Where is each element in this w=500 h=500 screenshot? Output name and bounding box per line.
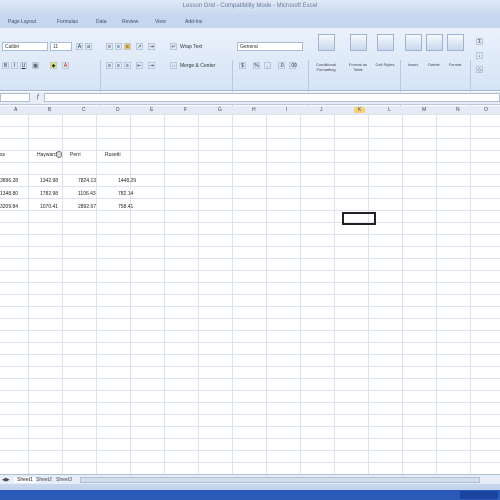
ribbon: Calibri 11 A a B I U ▦ ◆ A Font ≡ ≡ ≡ ↗ … — [0, 28, 500, 113]
column-header[interactable]: F — [184, 107, 187, 113]
decrease-indent-icon[interactable]: ⇤ — [136, 62, 143, 69]
header-cell[interactable]: Hayward — [37, 152, 57, 158]
sheet-tab[interactable]: Sheet2 — [36, 477, 52, 483]
tray-area — [460, 491, 498, 499]
header-cell[interactable]: Perri — [70, 152, 81, 158]
tab-formulas[interactable]: Formulas — [57, 19, 78, 25]
cell-styles-button[interactable]: Cell Styles — [372, 62, 398, 67]
cell-grid[interactable] — [0, 114, 500, 474]
header-cell-partial: ss — [0, 152, 5, 158]
data-cell[interactable]: 2892.67 — [78, 204, 96, 210]
column-header[interactable]: O — [484, 107, 488, 113]
align-right-icon[interactable]: ≡ — [124, 62, 131, 69]
data-cell[interactable]: 1342.98 — [40, 178, 58, 184]
formula-bar: ƒ — [0, 92, 500, 105]
column-header[interactable]: C — [82, 107, 86, 113]
data-cell[interactable]: 3896.28 — [0, 178, 18, 184]
increase-decimal-icon[interactable]: .0 — [278, 62, 285, 69]
wrap-text-button[interactable]: Wrap Text — [180, 44, 202, 50]
tab-page-layout[interactable]: Page Layout — [8, 19, 36, 25]
data-cell[interactable]: 3209.84 — [0, 204, 18, 210]
conditional-formatting-button[interactable]: Conditional Formatting — [313, 62, 339, 72]
number-format-select[interactable]: General — [237, 42, 303, 51]
column-header[interactable]: E — [150, 107, 153, 113]
sheet-tab[interactable]: Sheet1 — [14, 477, 36, 483]
data-cell[interactable]: 1070.41 — [40, 204, 58, 210]
orientation-icon[interactable]: ↗ — [136, 43, 143, 50]
header-cell[interactable]: Rusetti — [105, 152, 121, 158]
formula-input[interactable] — [44, 93, 500, 102]
active-cell[interactable] — [342, 212, 376, 225]
grow-font-icon[interactable]: A — [76, 43, 83, 50]
column-header[interactable]: L — [388, 107, 391, 113]
column-header[interactable]: G — [218, 107, 222, 113]
merge-center-button[interactable]: Merge & Center — [180, 63, 215, 69]
conditional-formatting-icon[interactable] — [318, 34, 335, 51]
horizontal-scrollbar[interactable] — [80, 477, 480, 483]
data-cell[interactable]: 1106.43 — [78, 191, 96, 197]
ribbon-tab-bar: Page Layout Formulas Data Review View Ad… — [0, 15, 500, 29]
cell-styles-icon[interactable] — [377, 34, 394, 51]
align-center-icon[interactable]: ≡ — [115, 62, 122, 69]
taskbar — [0, 490, 500, 500]
format-as-table-icon[interactable] — [350, 34, 367, 51]
tab-review[interactable]: Review — [122, 19, 138, 25]
font-name-select[interactable]: Calibri — [2, 42, 48, 51]
shrink-font-icon[interactable]: a — [85, 43, 92, 50]
insert-cells-icon[interactable] — [405, 34, 422, 51]
font-color-icon[interactable]: A — [62, 62, 69, 69]
format-cells-icon[interactable] — [447, 34, 464, 51]
percent-icon[interactable]: % — [253, 62, 260, 69]
merge-center-icon[interactable]: ⇔ — [170, 62, 177, 69]
data-cell[interactable]: 758.41 — [118, 204, 133, 210]
indent-icon[interactable]: ⇥ — [148, 43, 155, 50]
sheet-tab[interactable]: Sheet3 — [56, 477, 72, 483]
data-cell[interactable]: 1348.80 — [0, 191, 18, 197]
align-left-icon[interactable]: ≡ — [106, 62, 113, 69]
align-top-icon[interactable]: ≡ — [106, 43, 113, 50]
tab-view[interactable]: View — [155, 19, 166, 25]
format-cells-button[interactable]: Format — [442, 62, 468, 67]
increase-indent-icon[interactable]: ⇥ — [148, 62, 155, 69]
title-bar: Lesson Grid - Compatibility Mode - Micro… — [0, 0, 500, 15]
data-cell[interactable]: 7824.13 — [78, 178, 96, 184]
column-header[interactable]: A — [14, 107, 17, 113]
decrease-decimal-icon[interactable]: .00 — [289, 62, 297, 69]
column-header[interactable]: I — [286, 107, 287, 113]
bold-icon[interactable]: B — [2, 62, 9, 69]
data-cell[interactable]: 1448.29 — [118, 178, 136, 184]
data-cell[interactable]: 782.14 — [118, 191, 133, 197]
column-header[interactable]: M — [422, 107, 426, 113]
column-header[interactable]: D — [116, 107, 120, 113]
italic-icon[interactable]: I — [11, 62, 18, 69]
align-bottom-icon[interactable]: ≡ — [124, 43, 131, 50]
align-middle-icon[interactable]: ≡ — [115, 43, 122, 50]
fill-icon[interactable]: ↓ — [476, 52, 483, 59]
font-size-select[interactable]: 11 — [50, 42, 72, 51]
tab-data[interactable]: Data — [96, 19, 107, 25]
autosum-icon[interactable]: Σ — [476, 38, 483, 45]
underline-icon[interactable]: U — [20, 62, 27, 69]
sheet-nav-icon[interactable]: ◀▶ — [2, 477, 10, 483]
window-title: Lesson Grid - Compatibility Mode - Micro… — [182, 3, 318, 9]
column-header[interactable]: J — [320, 107, 323, 113]
delete-cells-icon[interactable] — [426, 34, 443, 51]
currency-icon[interactable]: $ — [239, 62, 246, 69]
column-header[interactable]: N — [456, 107, 460, 113]
column-header[interactable]: B — [48, 107, 51, 113]
borders-icon[interactable]: ▦ — [32, 62, 39, 69]
data-cell[interactable]: 1782.98 — [40, 191, 58, 197]
wrap-text-icon[interactable]: ↵ — [170, 43, 177, 50]
name-box[interactable] — [0, 93, 30, 102]
insert-function-icon[interactable]: ƒ — [34, 94, 42, 102]
fill-color-icon[interactable]: ◆ — [50, 62, 57, 69]
column-header-selected[interactable]: K — [354, 107, 366, 113]
format-as-table-button[interactable]: Format as Table — [345, 62, 371, 72]
clear-icon[interactable]: ◇ — [476, 66, 483, 73]
mouse-cursor-icon — [56, 151, 62, 158]
column-header[interactable]: H — [252, 107, 256, 113]
tab-add-ins[interactable]: Add-Ins — [185, 19, 202, 25]
comma-style-icon[interactable]: , — [264, 62, 271, 69]
